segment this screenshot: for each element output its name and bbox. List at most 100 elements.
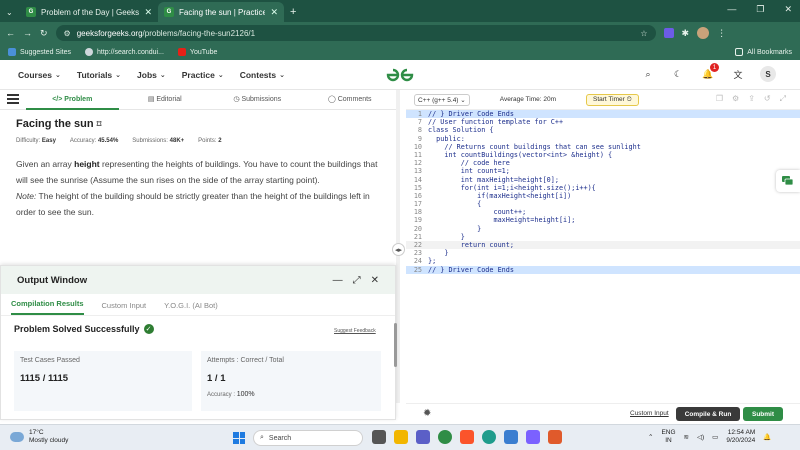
output-scrollbar[interactable] [394,323,397,367]
browser-menu-icon[interactable]: ⋮ [717,28,726,39]
code-line: 12 // code here [413,159,510,168]
url-path: /problems/facing-the-sun2126/1 [142,28,256,38]
dark-mode-icon[interactable]: ☾ [670,66,686,82]
nav-tutorials[interactable]: Tutorials ⌄ [77,70,121,80]
app-icon[interactable] [548,430,562,444]
taskbar-search[interactable]: ⌕ Search [253,430,363,446]
input-language[interactable]: ENG IN [661,429,675,445]
brave-icon[interactable] [460,430,474,444]
language-select[interactable]: C++ (g++ 5.4) ⌄ [414,93,470,106]
app-icon[interactable] [526,430,540,444]
search-icon[interactable]: ⌕ [640,66,656,82]
globe-icon [84,48,93,56]
bookmark-suggested-sites[interactable]: Suggested Sites [8,48,71,56]
notification-bell-icon[interactable]: 🔔 1 [700,63,719,82]
tab-menu-button[interactable]: ⌄ [0,2,20,22]
nav-practice[interactable]: Practice ⌄ [182,70,224,80]
notification-badge: 1 [710,63,719,72]
start-timer-button[interactable]: Start Timer ⏲ [586,93,639,106]
profile-icon[interactable] [697,27,710,39]
tab-editorial[interactable]: ▤ Editorial [119,90,212,110]
clock[interactable]: 12:54 AM 9/20/2024 [726,429,755,445]
volume-icon[interactable]: ◁) [697,433,704,441]
maximize-icon[interactable]: ❐ [756,4,764,15]
resize-handle-icon[interactable]: ◂▸ [392,243,405,256]
chrome-icon[interactable] [438,430,452,444]
avatar[interactable]: S [760,66,776,82]
settings-icon[interactable]: ⚙ [732,94,739,104]
url-domain: geeksforgeeks.org [76,28,143,38]
nav-jobs[interactable]: Jobs ⌄ [137,70,166,80]
gfg-logo[interactable] [384,66,416,84]
notification-icon[interactable]: 🔔 [763,433,771,441]
chat-icon[interactable] [776,170,800,192]
forward-icon[interactable]: → [23,28,32,38]
store-icon[interactable] [504,430,518,444]
edge-icon[interactable] [482,430,496,444]
bookmark-icon[interactable]: ⌑ [97,119,102,130]
wifi-icon[interactable]: ≋ [684,433,689,441]
suggest-feedback-link[interactable]: Suggest Feedback [334,328,376,334]
tab-custom-input[interactable]: Custom Input [102,301,147,315]
folder-icon [735,48,744,56]
code-icon: </> [52,95,65,103]
close-icon[interactable]: ✕ [270,7,278,18]
browser-tab-potd[interactable]: G Problem of the Day | GeeksforG ✕ [20,2,158,22]
tab-submissions[interactable]: ◷ Submissions [211,90,304,110]
close-icon[interactable]: ✕ [144,7,152,18]
code-line: 19 maxHeight=height[i]; [413,216,576,225]
weather-widget[interactable]: 17°C Mostly cloudy [10,429,68,445]
close-icon[interactable]: ✕ [371,275,379,286]
extensions-puzzle-icon[interactable]: ✱ [682,28,690,39]
nav-courses[interactable]: Courses ⌄ [18,70,61,80]
compile-run-button[interactable]: Compile & Run [676,407,740,421]
extension-icon[interactable] [663,28,674,38]
chevron-down-icon: ⌄ [460,96,466,104]
bookmark-star-icon[interactable]: ☆ [640,29,647,38]
window-close-icon[interactable]: ✕ [784,4,792,15]
navbar-actions: ⌕ ☾ 🔔 1 文 S [640,63,776,82]
minimize-icon[interactable]: — [333,275,343,286]
nav-contests[interactable]: Contests ⌄ [240,70,285,80]
test-cases-card: Test Cases Passed 1115 / 1115 [14,351,192,411]
chevron-down-icon: ⌄ [217,71,224,79]
custom-input-link[interactable]: Custom Input [630,410,669,417]
new-tab-button[interactable]: + [284,2,302,22]
code-line: 10 // Returns count buildings that can s… [413,142,641,151]
all-bookmarks[interactable]: All Bookmarks [735,48,792,56]
code-line: 20 } [413,224,482,233]
battery-icon[interactable]: ▭ [712,433,718,441]
comment-icon: ◯ [327,95,338,103]
translate-icon[interactable]: 文 [730,66,746,82]
windows-start-icon[interactable] [233,432,245,444]
lightbulb-icon[interactable]: ✹ [423,408,431,419]
bookmark-youtube[interactable]: YouTube [177,48,217,56]
submit-button[interactable]: Submit [743,407,783,421]
minimize-icon[interactable]: — [727,4,736,15]
reset-icon[interactable]: ↺ [764,94,771,104]
hamburger-menu-icon[interactable] [7,94,19,104]
task-view-icon[interactable] [372,430,386,444]
code-line: 8 class Solution { [417,126,494,135]
fullscreen-icon[interactable]: ⤢ [780,94,786,104]
upload-icon[interactable]: ⇪ [748,94,755,104]
bookmarks-bar: Suggested Sites http://search.condui... … [0,44,800,60]
url-input[interactable]: ⚙ geeksforgeeks.org/problems/facing-the-… [55,25,656,41]
tab-yogi-bot[interactable]: Y.O.G.I. (AI Bot) [164,301,218,315]
average-time: Average Time: 20m [499,96,556,103]
copy-icon[interactable]: ❐ [716,94,723,104]
tab-compilation-results[interactable]: Compilation Results [11,299,84,315]
browser-tab-facing-sun[interactable]: G Facing the sun | Practice | Geek ✕ [158,2,284,22]
code-editor[interactable]: 1// } Driver Code Ends 7// User function… [406,110,800,403]
chevron-up-icon[interactable]: ⌃ [648,433,653,441]
teams-icon[interactable] [416,430,430,444]
expand-icon[interactable]: ⤢ [353,275,361,286]
bookmark-search-conduit[interactable]: http://search.condui... [84,48,164,56]
file-explorer-icon[interactable] [394,430,408,444]
tab-problem[interactable]: </> Problem [26,90,119,110]
back-icon[interactable]: ← [6,28,15,38]
site-info-icon[interactable]: ⚙ [64,29,71,38]
code-line: 18 count++; [413,208,527,217]
tab-comments[interactable]: ◯ Comments [304,90,397,110]
reload-icon[interactable]: ↻ [40,28,48,39]
